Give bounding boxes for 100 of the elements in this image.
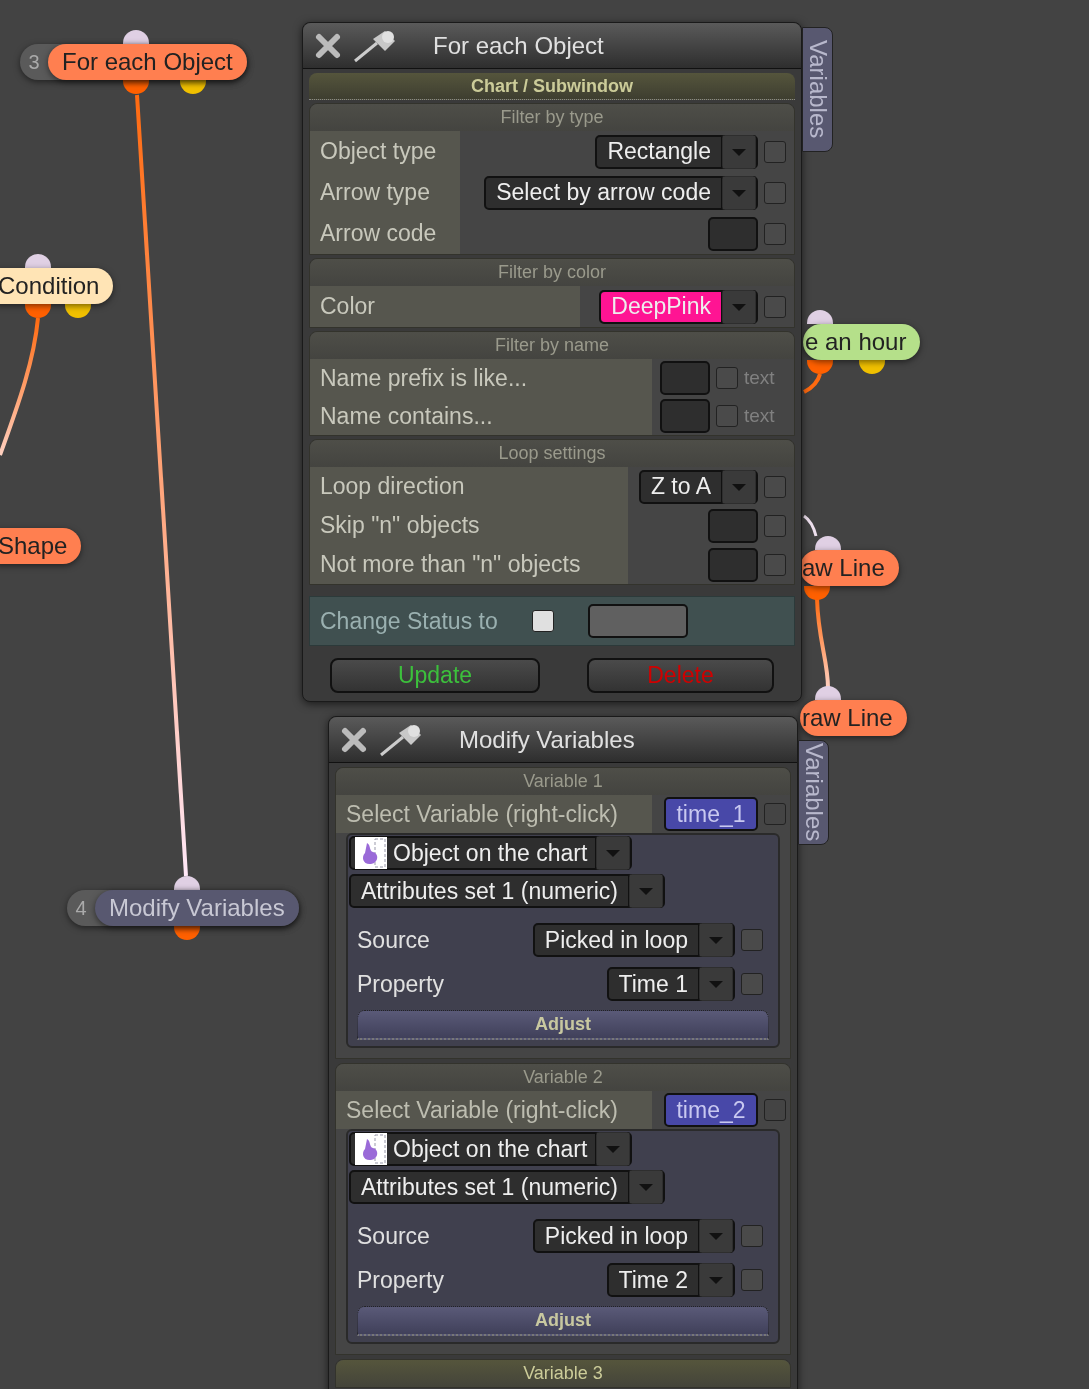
field-label: Loop direction <box>310 467 628 506</box>
checkbox[interactable] <box>764 295 786 318</box>
action-button[interactable]: Update <box>330 658 540 693</box>
checkbox[interactable] <box>741 973 763 995</box>
dropdown[interactable]: Z to A <box>638 469 758 504</box>
checkbox[interactable] <box>741 1225 763 1247</box>
group-header: Variable 3 <box>336 1360 790 1387</box>
output-socket[interactable] <box>859 360 885 374</box>
input-socket[interactable] <box>815 686 841 700</box>
dropdown[interactable]: Picked in loop <box>532 923 735 957</box>
output-socket[interactable] <box>65 304 91 318</box>
side-tab[interactable]: Variables <box>802 27 833 152</box>
field-label: Arrow type <box>310 172 460 213</box>
checkbox[interactable] <box>764 553 786 576</box>
dropdown[interactable]: Attributes set 1 (numeric) <box>349 874 665 908</box>
field-label: Change Status to <box>320 606 498 636</box>
output-socket[interactable] <box>25 304 51 318</box>
node-title[interactable]: raw Line <box>800 700 907 736</box>
caret-icon <box>721 289 756 324</box>
caret-icon <box>698 1263 733 1297</box>
checkbox[interactable] <box>716 367 738 389</box>
option-label: text <box>744 365 776 390</box>
field-label: Color <box>310 286 580 327</box>
checkbox[interactable] <box>764 475 786 498</box>
option-label: text <box>744 403 776 428</box>
input-field[interactable] <box>708 508 758 543</box>
checkbox[interactable] <box>764 140 786 163</box>
dropdown[interactable]: Object on the chart <box>349 1132 633 1166</box>
dropdown[interactable]: Object on the chart <box>349 836 633 870</box>
caret-icon <box>698 923 733 957</box>
side-tab[interactable]: Variables <box>798 740 829 845</box>
adjust-button[interactable]: Adjust <box>357 1306 769 1336</box>
field-label: Name contains... <box>310 397 652 435</box>
field-label: Skip "n" objects <box>310 506 628 545</box>
adjust-button[interactable]: Adjust <box>357 1010 769 1040</box>
checkbox[interactable] <box>764 1099 786 1121</box>
input-field[interactable] <box>708 216 758 251</box>
field-label: Not more than "n" objects <box>310 545 628 584</box>
output-socket[interactable] <box>174 926 200 940</box>
input-socket[interactable] <box>25 254 51 268</box>
connector-line <box>803 514 818 537</box>
dropdown[interactable]: Time 2 <box>606 1263 735 1297</box>
node-title[interactable]: e an hour <box>803 324 921 360</box>
input-field[interactable] <box>587 604 688 638</box>
field-label: Property <box>357 969 445 999</box>
group-header: Loop settings <box>310 440 794 467</box>
input-socket[interactable] <box>174 876 200 890</box>
output-socket[interactable] <box>804 586 830 600</box>
caret-icon <box>627 874 663 908</box>
checkbox[interactable] <box>741 1269 763 1291</box>
node-title[interactable]: For each Object <box>48 44 247 80</box>
caret-icon <box>721 175 756 210</box>
dropdown[interactable]: Attributes set 1 (numeric) <box>349 1170 665 1204</box>
group-header: Filter by color <box>310 259 794 286</box>
caret-icon <box>721 134 756 169</box>
input-field[interactable] <box>660 361 710 395</box>
node-title[interactable]: Modify Variables <box>95 890 299 926</box>
field-label: Source <box>357 925 431 955</box>
dropdown-text: Object on the chart <box>393 838 588 868</box>
dropdown[interactable]: Picked in loop <box>532 1219 735 1253</box>
checkbox[interactable] <box>764 803 786 825</box>
node-title[interactable]: Condition <box>0 268 114 304</box>
checkbox[interactable] <box>716 405 738 427</box>
output-socket[interactable] <box>807 360 833 374</box>
dropdown[interactable]: Rectangle <box>595 134 758 169</box>
input-field[interactable] <box>660 399 710 433</box>
caret-icon <box>698 1219 733 1253</box>
window-title: Modify Variables <box>459 724 635 755</box>
input-socket[interactable] <box>123 30 149 44</box>
caret-icon <box>721 469 756 504</box>
group-header: Filter by name <box>310 332 794 359</box>
dropdown[interactable]: Time 1 <box>606 967 735 1001</box>
group-header: Filter by type <box>310 104 794 131</box>
output-socket[interactable] <box>123 80 149 94</box>
checkbox[interactable] <box>764 222 786 245</box>
field-label: Select Variable (right-click) <box>336 1091 652 1129</box>
field-label: Arrow code <box>310 213 460 254</box>
section-header: Chart / Subwindow <box>309 73 795 100</box>
node-number: 4 <box>74 896 88 921</box>
input-socket[interactable] <box>807 310 833 324</box>
checkbox[interactable] <box>764 181 786 204</box>
node-title[interactable]: aw Line <box>800 550 899 586</box>
input-socket[interactable] <box>815 536 841 550</box>
checkbox[interactable] <box>741 929 763 951</box>
variable-tag[interactable]: time_2 <box>664 1093 758 1127</box>
connector-line <box>803 373 822 394</box>
checkbox[interactable] <box>764 514 786 537</box>
output-socket[interactable] <box>180 80 206 94</box>
field-label: Object type <box>310 131 460 172</box>
checkbox[interactable] <box>531 610 554 632</box>
field-label: Property <box>357 1265 445 1295</box>
dropdown[interactable]: Select by arrow code <box>484 175 758 210</box>
variable-tag[interactable]: time_1 <box>664 797 758 831</box>
caret-icon <box>698 967 733 1001</box>
group-header: Variable 2 <box>336 1064 790 1091</box>
node[interactable]: 3 For each Object <box>20 44 247 80</box>
field-label: Name prefix is like... <box>310 359 652 397</box>
node[interactable]: 4 Modify Variables <box>67 890 299 926</box>
input-field[interactable] <box>708 547 758 582</box>
group-header: Variable 1 <box>336 768 790 795</box>
